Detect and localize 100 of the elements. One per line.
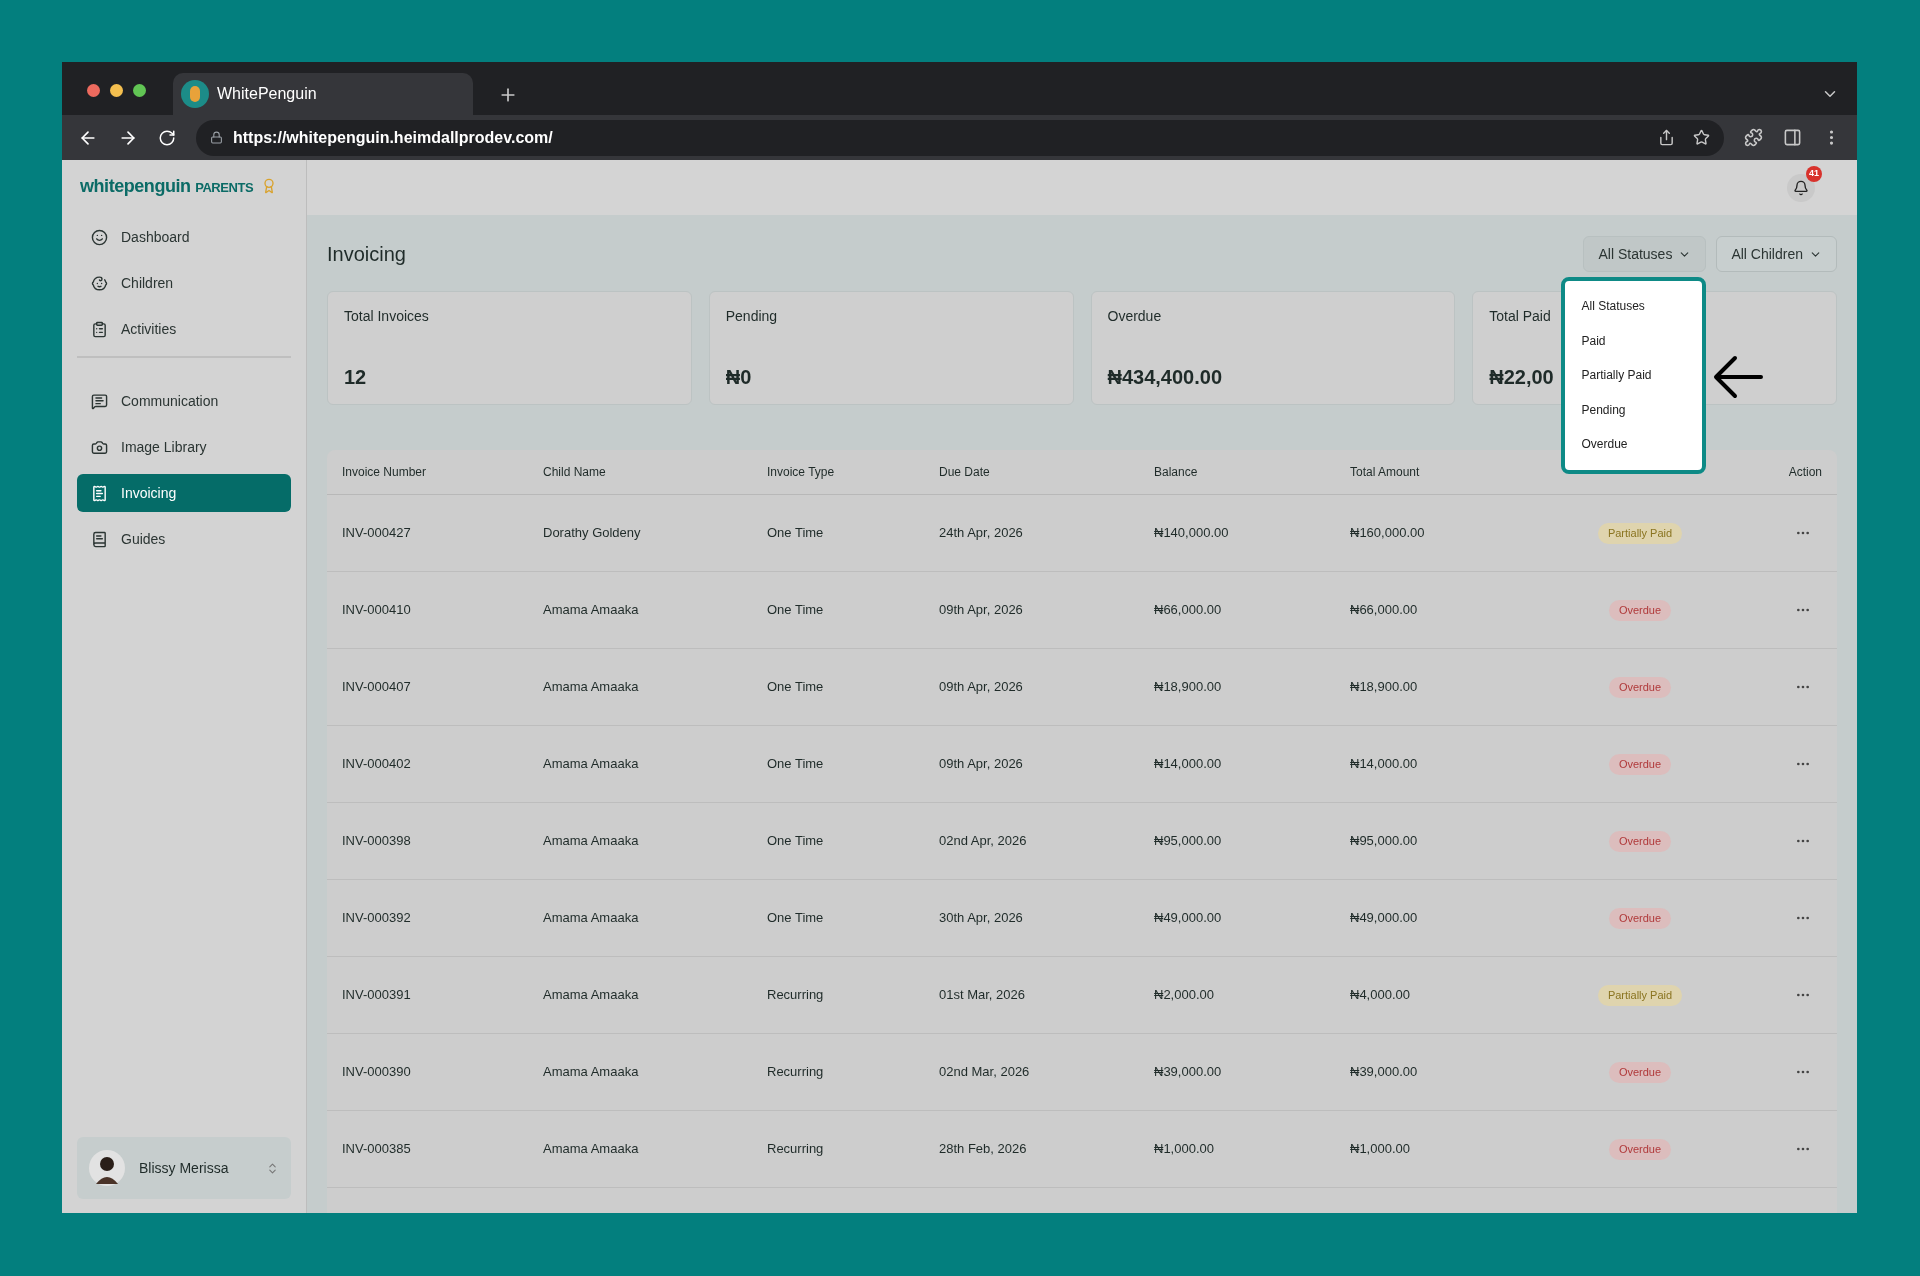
nav-item[interactable]: Invoicing	[77, 474, 291, 512]
column-header: Balance	[1154, 464, 1199, 481]
clipboard-icon	[91, 320, 108, 338]
table-cell-text: Amama Amaaka	[543, 909, 640, 928]
address-field[interactable]: https://whitepenguin.heimdallprodev.com/	[196, 119, 1724, 156]
share-icon[interactable]	[1658, 129, 1675, 146]
table-cell-text: ₦49,000.00	[1154, 909, 1223, 928]
card-label: Pending	[725, 307, 778, 326]
status-badge: Overdue	[1608, 753, 1672, 775]
status-badge: Partially Paid	[1597, 984, 1683, 1006]
column-header: Child Name	[543, 464, 607, 481]
table-cell-text: Amama Amaaka	[543, 755, 640, 774]
table-cell-text: INV-000410	[342, 601, 412, 620]
table-cell-text: 09th Apr, 2026	[939, 755, 1024, 774]
table-cell-text: INV-000390	[342, 1063, 412, 1082]
table-cell-text: ₦95,000.00	[1154, 832, 1223, 851]
nav-item[interactable]: Children	[77, 264, 291, 302]
browser-tab[interactable]: WhitePenguin	[173, 73, 473, 115]
table-cell-text: One Time	[767, 909, 825, 928]
table-cell-text: One Time	[767, 755, 825, 774]
child-icon	[91, 274, 108, 292]
status-badge: Overdue	[1608, 830, 1672, 852]
smile-icon	[91, 228, 108, 246]
nav-item[interactable]: Dashboard	[77, 218, 291, 256]
dropdown-option[interactable]: Overdue	[1565, 427, 1703, 462]
logo: whitepenguin PARENTS	[80, 174, 254, 198]
receipt-icon	[91, 484, 108, 502]
table-cell-text: Amama Amaaka	[543, 1063, 640, 1082]
penguin-favicon-icon	[181, 80, 209, 108]
card-value: ₦22,00	[1489, 365, 1554, 390]
table-cell-text: One Time	[767, 832, 825, 851]
table-cell-text: Amama Amaaka	[543, 601, 640, 620]
notification-count: 41	[1806, 165, 1822, 182]
table-cell-text: Amama Amaaka	[543, 986, 640, 1005]
nav-item[interactable]: Activities	[77, 310, 291, 348]
table-cell-text: ₦49,000.00	[1350, 909, 1419, 928]
table-cell-text: ₦2,000.00	[1154, 986, 1215, 1005]
table-cell-text: ₦1,000.00	[1154, 1140, 1215, 1159]
page-title: Invoicing	[327, 242, 406, 267]
nav-item[interactable]: Image Library	[77, 428, 291, 466]
dropdown-option[interactable]: Paid	[1565, 323, 1703, 358]
table-cell-text: INV-000402	[342, 755, 412, 774]
filter-dropdown[interactable]: All Children	[1716, 236, 1837, 272]
table-cell-text: Recurring	[767, 1140, 825, 1159]
table-cell-text: Amama Amaaka	[543, 678, 640, 697]
table-cell-text: Amama Amaaka	[543, 1140, 640, 1159]
card-label: Total Paid	[1489, 307, 1551, 326]
table-cell-text: INV-000392	[342, 909, 412, 928]
chat-icon	[91, 392, 108, 410]
puzzle-icon[interactable]	[1744, 128, 1763, 147]
table-cell-text: ₦66,000.00	[1154, 601, 1223, 620]
side-panel-icon[interactable]	[1783, 128, 1802, 147]
table-cell-text: Recurring	[767, 986, 825, 1005]
table-cell-text: One Time	[767, 601, 825, 620]
table-cell-text: INV-000391	[342, 986, 412, 1005]
arrow-icon	[1713, 354, 1764, 400]
column-header: Due Date	[939, 464, 991, 481]
table-cell-text: 24th Apr, 2026	[939, 524, 1024, 543]
table-cell-text: INV-000398	[342, 832, 412, 851]
status-badge: Overdue	[1608, 1061, 1672, 1083]
table-cell-text: ₦39,000.00	[1154, 1063, 1223, 1082]
table-cell-text: Recurring	[767, 1063, 825, 1082]
card-value: 12	[344, 365, 367, 390]
card-label: Overdue	[1107, 307, 1162, 326]
table-cell-text: One Time	[767, 524, 825, 543]
column-header: Action	[1788, 464, 1823, 481]
table-cell-text: ₦160,000.00	[1350, 524, 1426, 543]
column-header: Invoice Type	[767, 464, 836, 481]
nav-item[interactable]: Guides	[77, 520, 291, 558]
card-value: ₦0	[725, 365, 752, 390]
table-cell-text: ₦14,000.00	[1350, 755, 1419, 774]
table-cell-text: ₦18,900.00	[1350, 678, 1419, 697]
status-badge: Overdue	[1608, 676, 1672, 698]
table-cell-text: 09th Apr, 2026	[939, 601, 1024, 620]
card-value: ₦434,400.00	[1107, 365, 1223, 390]
table-cell-text: ₦14,000.00	[1154, 755, 1223, 774]
nav-item[interactable]: Communication	[77, 382, 291, 420]
table-cell-text: INV-000407	[342, 678, 412, 697]
table-cell-text: INV-000427	[342, 524, 412, 543]
table-cell-text: Dorathy Goldeny	[543, 524, 642, 543]
user-menu[interactable]: Blissy Merissa	[77, 1137, 291, 1199]
filter-dropdown[interactable]: All Statuses	[1583, 236, 1707, 272]
table-cell-text: ₦1,000.00	[1350, 1140, 1411, 1159]
table-cell-text: 09th Apr, 2026	[939, 678, 1024, 697]
lock-icon	[210, 131, 223, 144]
dropdown-option[interactable]: All Statuses	[1565, 289, 1703, 324]
column-header: Invoice Number	[342, 464, 428, 481]
status-badge: Overdue	[1608, 1138, 1672, 1160]
card-label: Total Invoices	[344, 307, 429, 326]
dropdown-option[interactable]: Partially Paid	[1565, 358, 1703, 393]
chevrons-icon	[266, 1161, 279, 1175]
table-cell-text: ₦66,000.00	[1350, 601, 1419, 620]
table-cell-text: 28th Feb, 2026	[939, 1140, 1028, 1159]
table-cell-text: 01st Mar, 2026	[939, 986, 1026, 1005]
bell-icon	[1793, 179, 1809, 196]
star-icon[interactable]	[1693, 129, 1710, 146]
table-cell-text: 02nd Mar, 2026	[939, 1063, 1031, 1082]
table-cell-text: ₦140,000.00	[1154, 524, 1230, 543]
reload-icon[interactable]	[158, 128, 176, 147]
dropdown-option[interactable]: Pending	[1565, 392, 1703, 427]
